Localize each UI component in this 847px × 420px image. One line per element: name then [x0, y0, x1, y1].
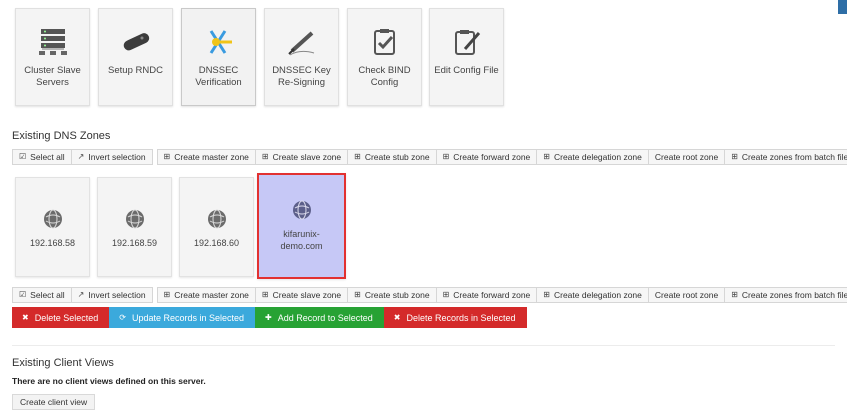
close-circle-icon: ✖ — [22, 313, 29, 322]
create-zones-from-batch-button[interactable]: ⊞ Create zones from batch file — [725, 287, 847, 303]
plus-box-icon: ⊞ — [442, 290, 450, 299]
server-rack-icon — [36, 25, 70, 59]
module-label: Cluster Slave Servers — [24, 65, 81, 88]
select-all-button[interactable]: ☑ Select all — [12, 287, 72, 303]
invert-selection-button[interactable]: ↗ Invert selection — [71, 287, 153, 303]
update-records-button[interactable]: ⟳ Update Records in Selected — [109, 307, 256, 328]
zone-tile[interactable]: 192.168.59 — [97, 177, 172, 277]
plus-circle-icon: ✚ — [265, 313, 272, 322]
close-circle-icon: ✖ — [393, 313, 401, 322]
zones-toolbar-bottom: ☑ Select all ↗ Invert selection ⊞ Create ma… — [12, 287, 847, 303]
zone-label: 192.168.58 — [29, 238, 76, 248]
external-link-icon: ↗ — [77, 290, 85, 299]
dns-zones-heading: Existing DNS Zones — [12, 130, 111, 142]
create-root-zone-button[interactable]: Create root zone — [648, 287, 726, 303]
zone-label: 192.168.59 — [111, 238, 158, 248]
module-setup-rndc[interactable]: Setup RNDC — [98, 8, 173, 106]
plus-box-icon: ⊞ — [731, 290, 738, 299]
globe-icon — [124, 208, 146, 230]
add-record-button[interactable]: ✚ Add Record to Selected — [255, 307, 384, 328]
external-link-icon: ↗ — [77, 152, 85, 161]
checkbox-icon: ☑ — [19, 152, 27, 161]
globe-icon — [42, 208, 64, 230]
create-delegation-zone-button[interactable]: ⊞ Create delegation zone — [537, 149, 649, 165]
plus-box-icon: ⊞ — [442, 152, 450, 161]
create-root-zone-button[interactable]: Create root zone — [648, 149, 726, 165]
module-check-bind-config[interactable]: Check BIND Config — [347, 8, 422, 106]
plus-box-icon: ⊞ — [354, 290, 361, 299]
key-verification-icon — [202, 25, 236, 59]
module-dnssec-key-resigning[interactable]: DNSSEC Key Re-Signing — [264, 8, 339, 106]
create-slave-zone-button[interactable]: ⊞ Create slave zone — [255, 287, 349, 303]
pen-signing-icon — [285, 25, 319, 59]
plus-box-icon: ⊞ — [261, 152, 269, 161]
create-master-zone-button[interactable]: ⊞ Create master zone — [156, 287, 256, 303]
globe-icon — [291, 199, 313, 221]
zone-tile[interactable]: 192.168.60 — [179, 177, 254, 277]
plus-box-icon: ⊞ — [261, 290, 269, 299]
invert-selection-button[interactable]: ↗ Invert selection — [71, 149, 153, 165]
zone-actions: ✖ Delete Selected ⟳ Update Records in Sele… — [12, 307, 527, 328]
create-zones-from-batch-button[interactable]: ⊞ Create zones from batch file — [725, 149, 847, 165]
create-forward-zone-button[interactable]: ⊞ Create forward zone — [436, 149, 538, 165]
zone-label: kifarunix-demo.com — [280, 229, 323, 251]
remote-control-icon — [119, 25, 153, 59]
zone-tile[interactable]: 192.168.58 — [15, 177, 90, 277]
module-label: Edit Config File — [434, 65, 499, 76]
zones-toolbar-top: ☑ Select all ↗ Invert selection ⊞ Create ma… — [12, 149, 847, 165]
create-forward-zone-button[interactable]: ⊞ Create forward zone — [436, 287, 538, 303]
zone-tile-selected[interactable]: kifarunix-demo.com — [257, 173, 346, 279]
create-stub-zone-button[interactable]: ⊞ Create stub zone — [348, 149, 437, 165]
module-edit-config-file[interactable]: Edit Config File — [429, 8, 504, 106]
globe-icon — [206, 208, 228, 230]
refresh-icon: ⟳ — [119, 313, 126, 322]
plus-box-icon: ⊞ — [543, 290, 550, 299]
clipboard-check-icon — [368, 25, 402, 59]
zone-label: 192.168.60 — [193, 238, 240, 248]
module-label: DNSSEC Key Re-Signing — [272, 65, 331, 88]
plus-box-icon: ⊞ — [163, 152, 171, 161]
create-client-view-button[interactable]: Create client view — [12, 394, 96, 410]
delete-selected-button[interactable]: ✖ Delete Selected — [12, 307, 110, 328]
plus-box-icon: ⊞ — [163, 290, 171, 299]
module-dnssec-verification[interactable]: DNSSEC Verification — [181, 8, 256, 106]
create-slave-zone-button[interactable]: ⊞ Create slave zone — [255, 149, 349, 165]
plus-box-icon: ⊞ — [354, 152, 361, 161]
select-all-button[interactable]: ☑ Select all — [12, 149, 72, 165]
create-delegation-zone-button[interactable]: ⊞ Create delegation zone — [537, 287, 649, 303]
corner-tab[interactable] — [838, 0, 847, 14]
module-cluster-slave-servers[interactable]: Cluster Slave Servers — [15, 8, 90, 106]
module-label: Check BIND Config — [358, 65, 411, 88]
clipboard-edit-icon — [450, 25, 484, 59]
plus-box-icon: ⊞ — [543, 152, 550, 161]
delete-records-button[interactable]: ✖ Delete Records in Selected — [383, 307, 527, 328]
checkbox-icon: ☑ — [19, 290, 27, 299]
no-client-views-note: There are no client views defined on thi… — [12, 376, 206, 386]
divider — [12, 345, 835, 346]
create-master-zone-button[interactable]: ⊞ Create master zone — [156, 149, 256, 165]
plus-box-icon: ⊞ — [731, 152, 738, 161]
create-stub-zone-button[interactable]: ⊞ Create stub zone — [348, 287, 437, 303]
module-label: Setup RNDC — [108, 65, 163, 76]
client-views-heading: Existing Client Views — [12, 357, 114, 369]
module-label: DNSSEC Verification — [195, 65, 242, 88]
